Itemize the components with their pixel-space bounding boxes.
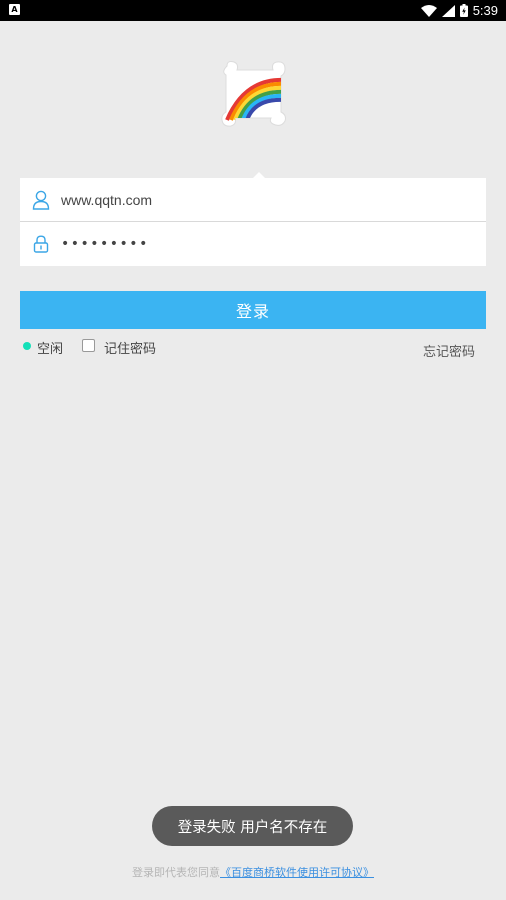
forgot-password-link[interactable]: 忘记密码 [423,341,475,360]
login-button[interactable]: 登录 [20,291,486,329]
lock-icon [32,234,50,254]
status-bar: A 5:39 [0,0,506,21]
password-row: ••••••••• [20,222,486,266]
toast-message: 登录失败 用户名不存在 [177,819,328,836]
rainbow-cloud-logo [221,61,286,127]
status-selector[interactable]: 空闲 [37,338,63,357]
remember-password-label[interactable]: 记住密码 [104,338,156,357]
error-toast: 登录失败 用户名不存在 [152,806,353,846]
agreement-prefix: 登录即代表您同意 [132,866,220,879]
agreement-footer: 登录即代表您同意《百度商桥软件使用许可协议》 [0,864,506,880]
password-input[interactable]: ••••••••• [61,236,149,252]
notification-icon: A [9,4,20,15]
user-icon [32,190,50,210]
status-bar-right: 5:39 [420,0,498,21]
status-time: 5:39 [472,3,498,18]
online-status-dot[interactable] [23,342,31,350]
signal-icon [441,4,455,17]
wifi-icon [420,4,437,17]
battery-icon [459,4,468,17]
username-row [20,178,486,222]
remember-password-checkbox[interactable] [82,339,95,352]
agreement-link[interactable]: 《百度商桥软件使用许可协议》 [220,866,374,879]
username-input[interactable] [61,184,461,215]
login-card: ••••••••• [20,178,486,266]
